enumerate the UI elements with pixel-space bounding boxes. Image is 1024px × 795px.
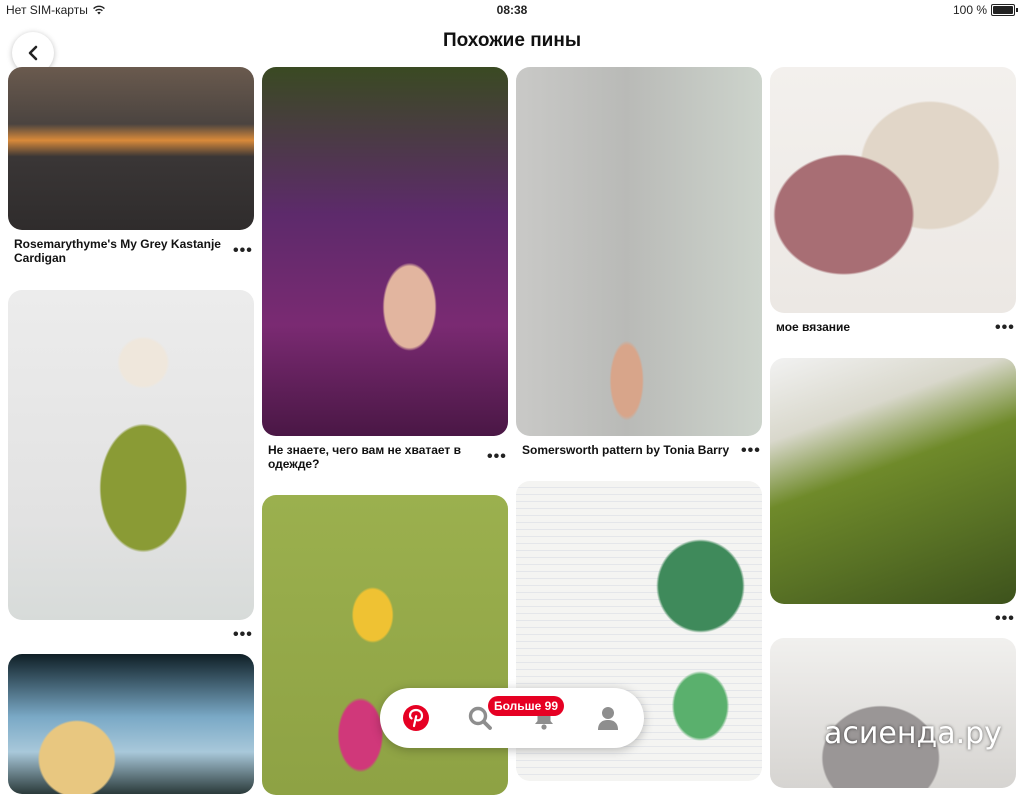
pin-more-button[interactable]: ••• xyxy=(741,443,761,459)
pin-more-button[interactable]: ••• xyxy=(487,449,507,465)
pin-image-lime-cardigan[interactable] xyxy=(262,495,508,795)
pin-caption[interactable]: Не знаете, чего вам не хватает в одежде? xyxy=(268,443,478,471)
battery-icon xyxy=(991,4,1015,16)
pin-more-button[interactable]: ••• xyxy=(995,611,1015,627)
battery-percent: 100 % xyxy=(952,3,987,17)
notification-badge: Больше 99 xyxy=(488,696,565,716)
clock: 08:38 xyxy=(496,3,528,17)
pin-image-blonde-woman[interactable] xyxy=(8,654,254,794)
battery-group: 100 % xyxy=(953,3,1018,17)
pin-image-lace-edge[interactable] xyxy=(770,67,1016,313)
pin-image-hooded-jacket[interactable] xyxy=(8,290,254,620)
tab-home[interactable] xyxy=(401,703,431,733)
pin-caption[interactable]: Somersworth pattern by Tonia Barry xyxy=(522,443,737,457)
pin-image-grey-sweater[interactable] xyxy=(516,67,762,436)
pin-image-green-sweater[interactable] xyxy=(770,358,1016,604)
pin-caption[interactable]: мое вязание xyxy=(776,320,976,334)
tab-profile[interactable] xyxy=(593,703,623,733)
pin-caption[interactable]: Rosemarythyme's My Grey Kastanje Cardiga… xyxy=(14,237,229,265)
pin-image-cardigan[interactable] xyxy=(8,67,254,230)
profile-icon xyxy=(598,707,618,730)
pin-image-purple-cardigan[interactable] xyxy=(262,67,508,436)
site-watermark: асиенда.ру xyxy=(824,716,1002,751)
pin-more-button[interactable]: ••• xyxy=(233,243,253,259)
status-bar: Нет SIM-карты 08:38 100 % xyxy=(0,0,1024,20)
page-title: Похожие пины xyxy=(442,30,582,51)
battery-tip xyxy=(1016,8,1018,12)
pinterest-logo-icon xyxy=(403,705,429,731)
pin-more-button[interactable]: ••• xyxy=(233,627,253,643)
pin-more-button[interactable]: ••• xyxy=(995,320,1015,336)
pin-image-grey-knit[interactable] xyxy=(770,638,1016,788)
header: Похожие пины xyxy=(0,20,1024,74)
